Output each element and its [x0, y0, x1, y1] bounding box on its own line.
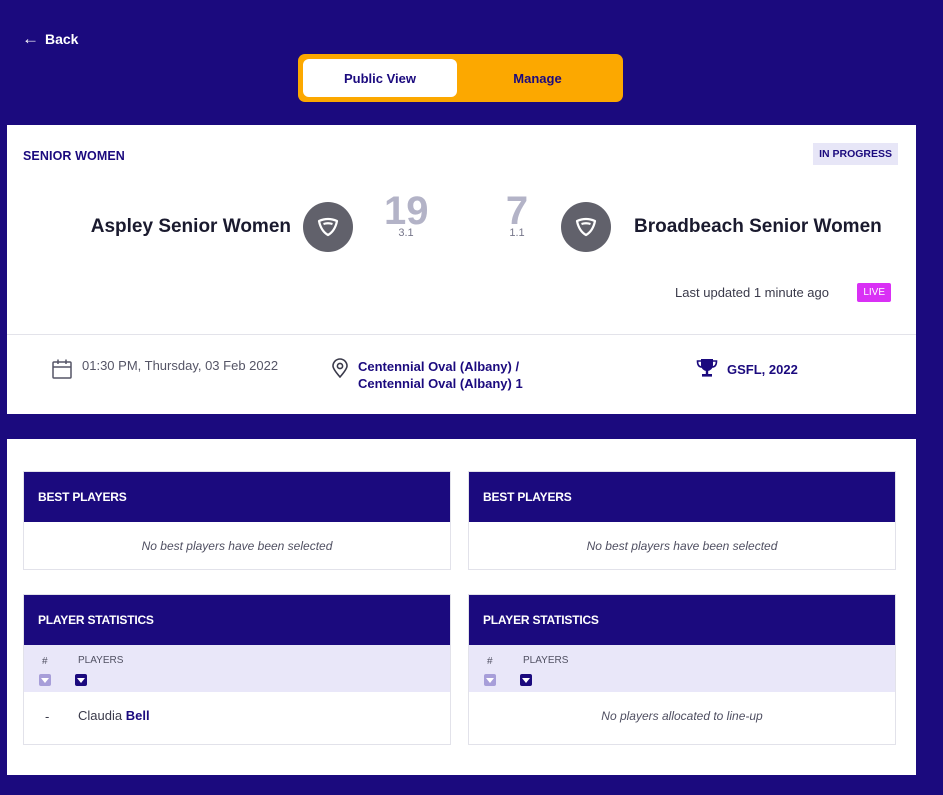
panel-title: PLAYER STATISTICS: [24, 595, 450, 645]
player-name: Claudia Bell: [78, 708, 150, 723]
venue-line-1: Centennial Oval (Albany) /: [358, 359, 520, 374]
player-last-name: Bell: [125, 708, 150, 723]
away-score: 7 1.1: [497, 191, 537, 239]
player-number: -: [45, 709, 50, 724]
panel-title: BEST PLAYERS: [469, 472, 895, 522]
calendar-icon: [51, 358, 73, 383]
match-summary-card: SENIOR WOMEN IN PROGRESS Aspley Senior W…: [7, 125, 916, 414]
away-score-total: 7: [505, 189, 529, 233]
home-best-players-panel: BEST PLAYERS No best players have been s…: [23, 471, 451, 570]
back-button[interactable]: ← Back: [22, 29, 79, 48]
last-updated-text: Last updated 1 minute ago: [675, 285, 829, 300]
shield-icon: [561, 202, 611, 252]
home-player-stats-panel: PLAYER STATISTICS # PLAYERS - Claudia Be…: [23, 594, 451, 745]
chevron-down-icon: [41, 677, 49, 683]
player-first-name: Claudia: [78, 708, 123, 723]
away-best-players-panel: BEST PLAYERS No best players have been s…: [468, 471, 896, 570]
home-team-name: Aspley Senior Women: [90, 216, 291, 237]
competition-text: GSFL, 2022: [727, 362, 798, 377]
divider: [7, 334, 916, 335]
table-header: # PLAYERS: [469, 645, 895, 692]
column-header-players: PLAYERS: [78, 655, 124, 666]
venue-text: Centennial Oval (Albany) / Centennial Ov…: [358, 358, 523, 392]
trophy-icon: [696, 358, 718, 381]
home-score: 19 3.1: [384, 189, 429, 239]
sort-number-button[interactable]: [39, 674, 51, 686]
datetime-text: 01:30 PM, Thursday, 03 Feb 2022: [82, 358, 279, 373]
chevron-down-icon: [522, 677, 530, 683]
back-label: Back: [45, 31, 79, 47]
chevron-down-icon: [77, 677, 85, 683]
chevron-down-icon: [486, 677, 494, 683]
venue-line-2: Centennial Oval (Albany) 1: [358, 376, 523, 391]
view-toggle: Public View Manage: [298, 54, 623, 102]
match-competition[interactable]: GSFL, 2022: [696, 358, 798, 381]
column-header-players: PLAYERS: [523, 655, 569, 666]
status-badge: IN PROGRESS: [813, 143, 898, 165]
sort-players-button[interactable]: [520, 674, 532, 686]
division-label: SENIOR WOMEN: [23, 149, 125, 163]
shield-icon: [303, 202, 353, 252]
column-header-number: #: [42, 656, 48, 667]
panel-title: PLAYER STATISTICS: [469, 595, 895, 645]
sort-players-button[interactable]: [75, 674, 87, 686]
home-score-total: 19: [384, 189, 429, 233]
empty-message: No best players have been selected: [141, 539, 333, 553]
away-team-name: Broadbeach Senior Women: [634, 216, 882, 237]
away-player-stats-panel: PLAYER STATISTICS # PLAYERS No players a…: [468, 594, 896, 745]
sort-number-button[interactable]: [484, 674, 496, 686]
manage-tab[interactable]: Manage: [457, 59, 618, 97]
panel-title: BEST PLAYERS: [24, 472, 450, 522]
match-venue[interactable]: Centennial Oval (Albany) / Centennial Ov…: [331, 358, 523, 392]
match-datetime: 01:30 PM, Thursday, 03 Feb 2022: [51, 358, 278, 383]
arrow-left-icon: ←: [22, 29, 39, 48]
live-badge: LIVE: [857, 283, 891, 302]
column-header-number: #: [487, 656, 493, 667]
empty-message: No best players have been selected: [586, 539, 778, 553]
away-score-breakdown: 1.1: [509, 227, 525, 239]
public-view-tab[interactable]: Public View: [303, 59, 457, 97]
location-pin-icon: [331, 358, 349, 382]
empty-message: No players allocated to line-up: [601, 709, 763, 723]
match-stats-card: BEST PLAYERS No best players have been s…: [7, 439, 916, 775]
table-header: # PLAYERS: [24, 645, 450, 692]
table-row[interactable]: - Claudia Bell: [24, 692, 450, 742]
